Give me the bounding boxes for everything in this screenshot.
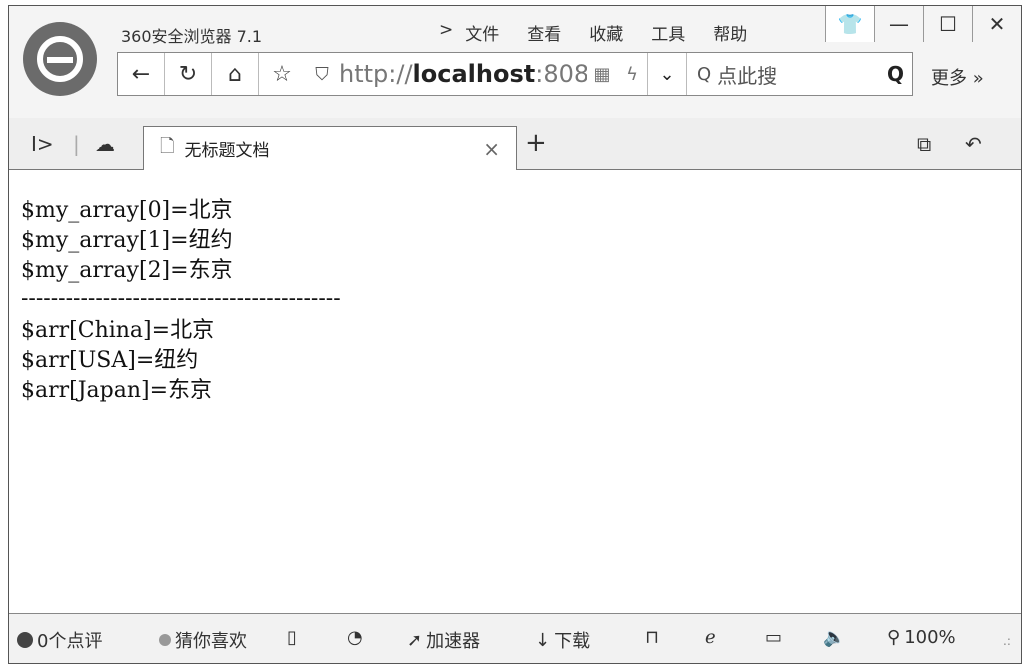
download-item[interactable]: ↓ 下载 (535, 627, 590, 653)
address-bar: ← ↻ ⌂ ☆ ⛉ http://localhost:808 ▦ ϟ ⌄ Q 点… (117, 52, 913, 96)
search-box[interactable]: Q 点此搜 Q (686, 53, 912, 95)
phone-icon[interactable]: ▯ (287, 627, 297, 648)
tab-bar: I> | ☁ 🗋 无标题文档 × + ⧉ ↶ (9, 118, 1021, 170)
comments-item[interactable]: 0个点评 (17, 627, 102, 653)
search-icon[interactable]: Q (887, 62, 904, 86)
tabs-list-icon[interactable]: ▭ (765, 627, 782, 648)
window-controls: 👕 — ☐ ✕ (825, 6, 1021, 42)
guess-icon (159, 634, 171, 646)
output-line: $arr[China]=北京 (21, 318, 215, 343)
home-icon[interactable]: ⌂ (212, 53, 259, 95)
qr-icon[interactable]: ▦ (587, 64, 617, 85)
app-title: 360安全浏览器 7.1 (121, 27, 263, 46)
menu-favorites[interactable]: 收藏 (589, 20, 623, 45)
tab-divider: | (73, 132, 80, 156)
menu-help[interactable]: 帮助 (713, 20, 747, 45)
menu-file[interactable]: 文件 (465, 20, 499, 45)
menu-bar: > 文件 查看 收藏 工具 帮助 (439, 20, 775, 45)
clock-icon[interactable]: ◔ (347, 627, 363, 648)
browser-window: 360安全浏览器 7.1 > 文件 查看 收藏 工具 帮助 👕 — ☐ ✕ ← … (8, 5, 1022, 664)
speaker-icon[interactable]: 🔈 (823, 627, 845, 648)
close-icon[interactable]: × (483, 137, 500, 161)
more-button[interactable]: 更多 » (931, 64, 984, 90)
refresh-icon[interactable]: ↻ (165, 53, 212, 95)
tab-active[interactable]: 🗋 无标题文档 × (143, 126, 517, 170)
star-icon[interactable]: ☆ (259, 53, 305, 95)
resize-grip-icon[interactable]: .: (1003, 634, 1011, 648)
shirt-icon[interactable]: 👕 (825, 6, 874, 42)
download-icon: ↓ (535, 629, 551, 651)
page-content: $my_array[0]=北京 $my_array[1]=纽约 $my_arra… (9, 170, 1021, 610)
output-line: $arr[USA]=纽约 (21, 348, 199, 373)
close-button[interactable]: ✕ (972, 6, 1021, 42)
menu-view[interactable]: 查看 (527, 20, 561, 45)
document-icon: 🗋 (160, 135, 175, 157)
output-line: $arr[Japan]=东京 (21, 378, 213, 403)
comments-icon (17, 632, 33, 648)
output-line: $my_array[2]=东京 (21, 258, 233, 283)
search-engine-icon[interactable]: Q (697, 64, 711, 85)
sidebar-icon[interactable]: I> (31, 132, 54, 156)
tabs-icon[interactable]: ⧉ (917, 132, 931, 156)
maximize-button[interactable]: ☐ (923, 6, 972, 42)
accelerator-item[interactable]: ➚ 加速器 (407, 627, 480, 653)
minimize-button[interactable]: — (874, 6, 923, 42)
search-placeholder: 点此搜 (717, 63, 778, 88)
chevron-down-icon[interactable]: ⌄ (647, 53, 686, 95)
undo-icon[interactable]: ↶ (965, 132, 982, 156)
cloud-icon[interactable]: ☁ (95, 132, 115, 156)
menu-expand-icon[interactable]: > (439, 20, 453, 45)
ie-icon[interactable]: ℯ (705, 627, 716, 648)
browser-header: 360安全浏览器 7.1 > 文件 查看 收藏 工具 帮助 👕 — ☐ ✕ ← … (9, 6, 1021, 118)
zoom-item[interactable]: ⚲ 100% (887, 627, 956, 648)
bolt-icon[interactable]: ϟ (617, 64, 647, 85)
rocket-icon: ➚ (407, 629, 423, 651)
plus-icon[interactable]: + (525, 128, 547, 158)
separator-line: ----------------------------------------… (21, 286, 341, 311)
output-line: $my_array[1]=纽约 (21, 228, 233, 253)
status-bar: 0个点评 猜你喜欢 ▯ ◔ ➚ 加速器 ↓ 下载 ⊓ ℯ ▭ 🔈 ⚲ 100% .: (9, 613, 1021, 663)
guess-item[interactable]: 猜你喜欢 (159, 627, 247, 653)
logo-icon (23, 22, 97, 96)
url-field[interactable]: http://localhost:808 (339, 60, 587, 88)
zoom-icon: ⚲ (887, 627, 901, 648)
window-icon[interactable]: ⊓ (645, 627, 659, 648)
tab-title: 无标题文档 (184, 141, 270, 161)
shield-icon: ⛉ (315, 63, 329, 85)
menu-tools[interactable]: 工具 (651, 20, 685, 45)
back-icon[interactable]: ← (118, 53, 165, 95)
output-line: $my_array[0]=北京 (21, 198, 233, 223)
